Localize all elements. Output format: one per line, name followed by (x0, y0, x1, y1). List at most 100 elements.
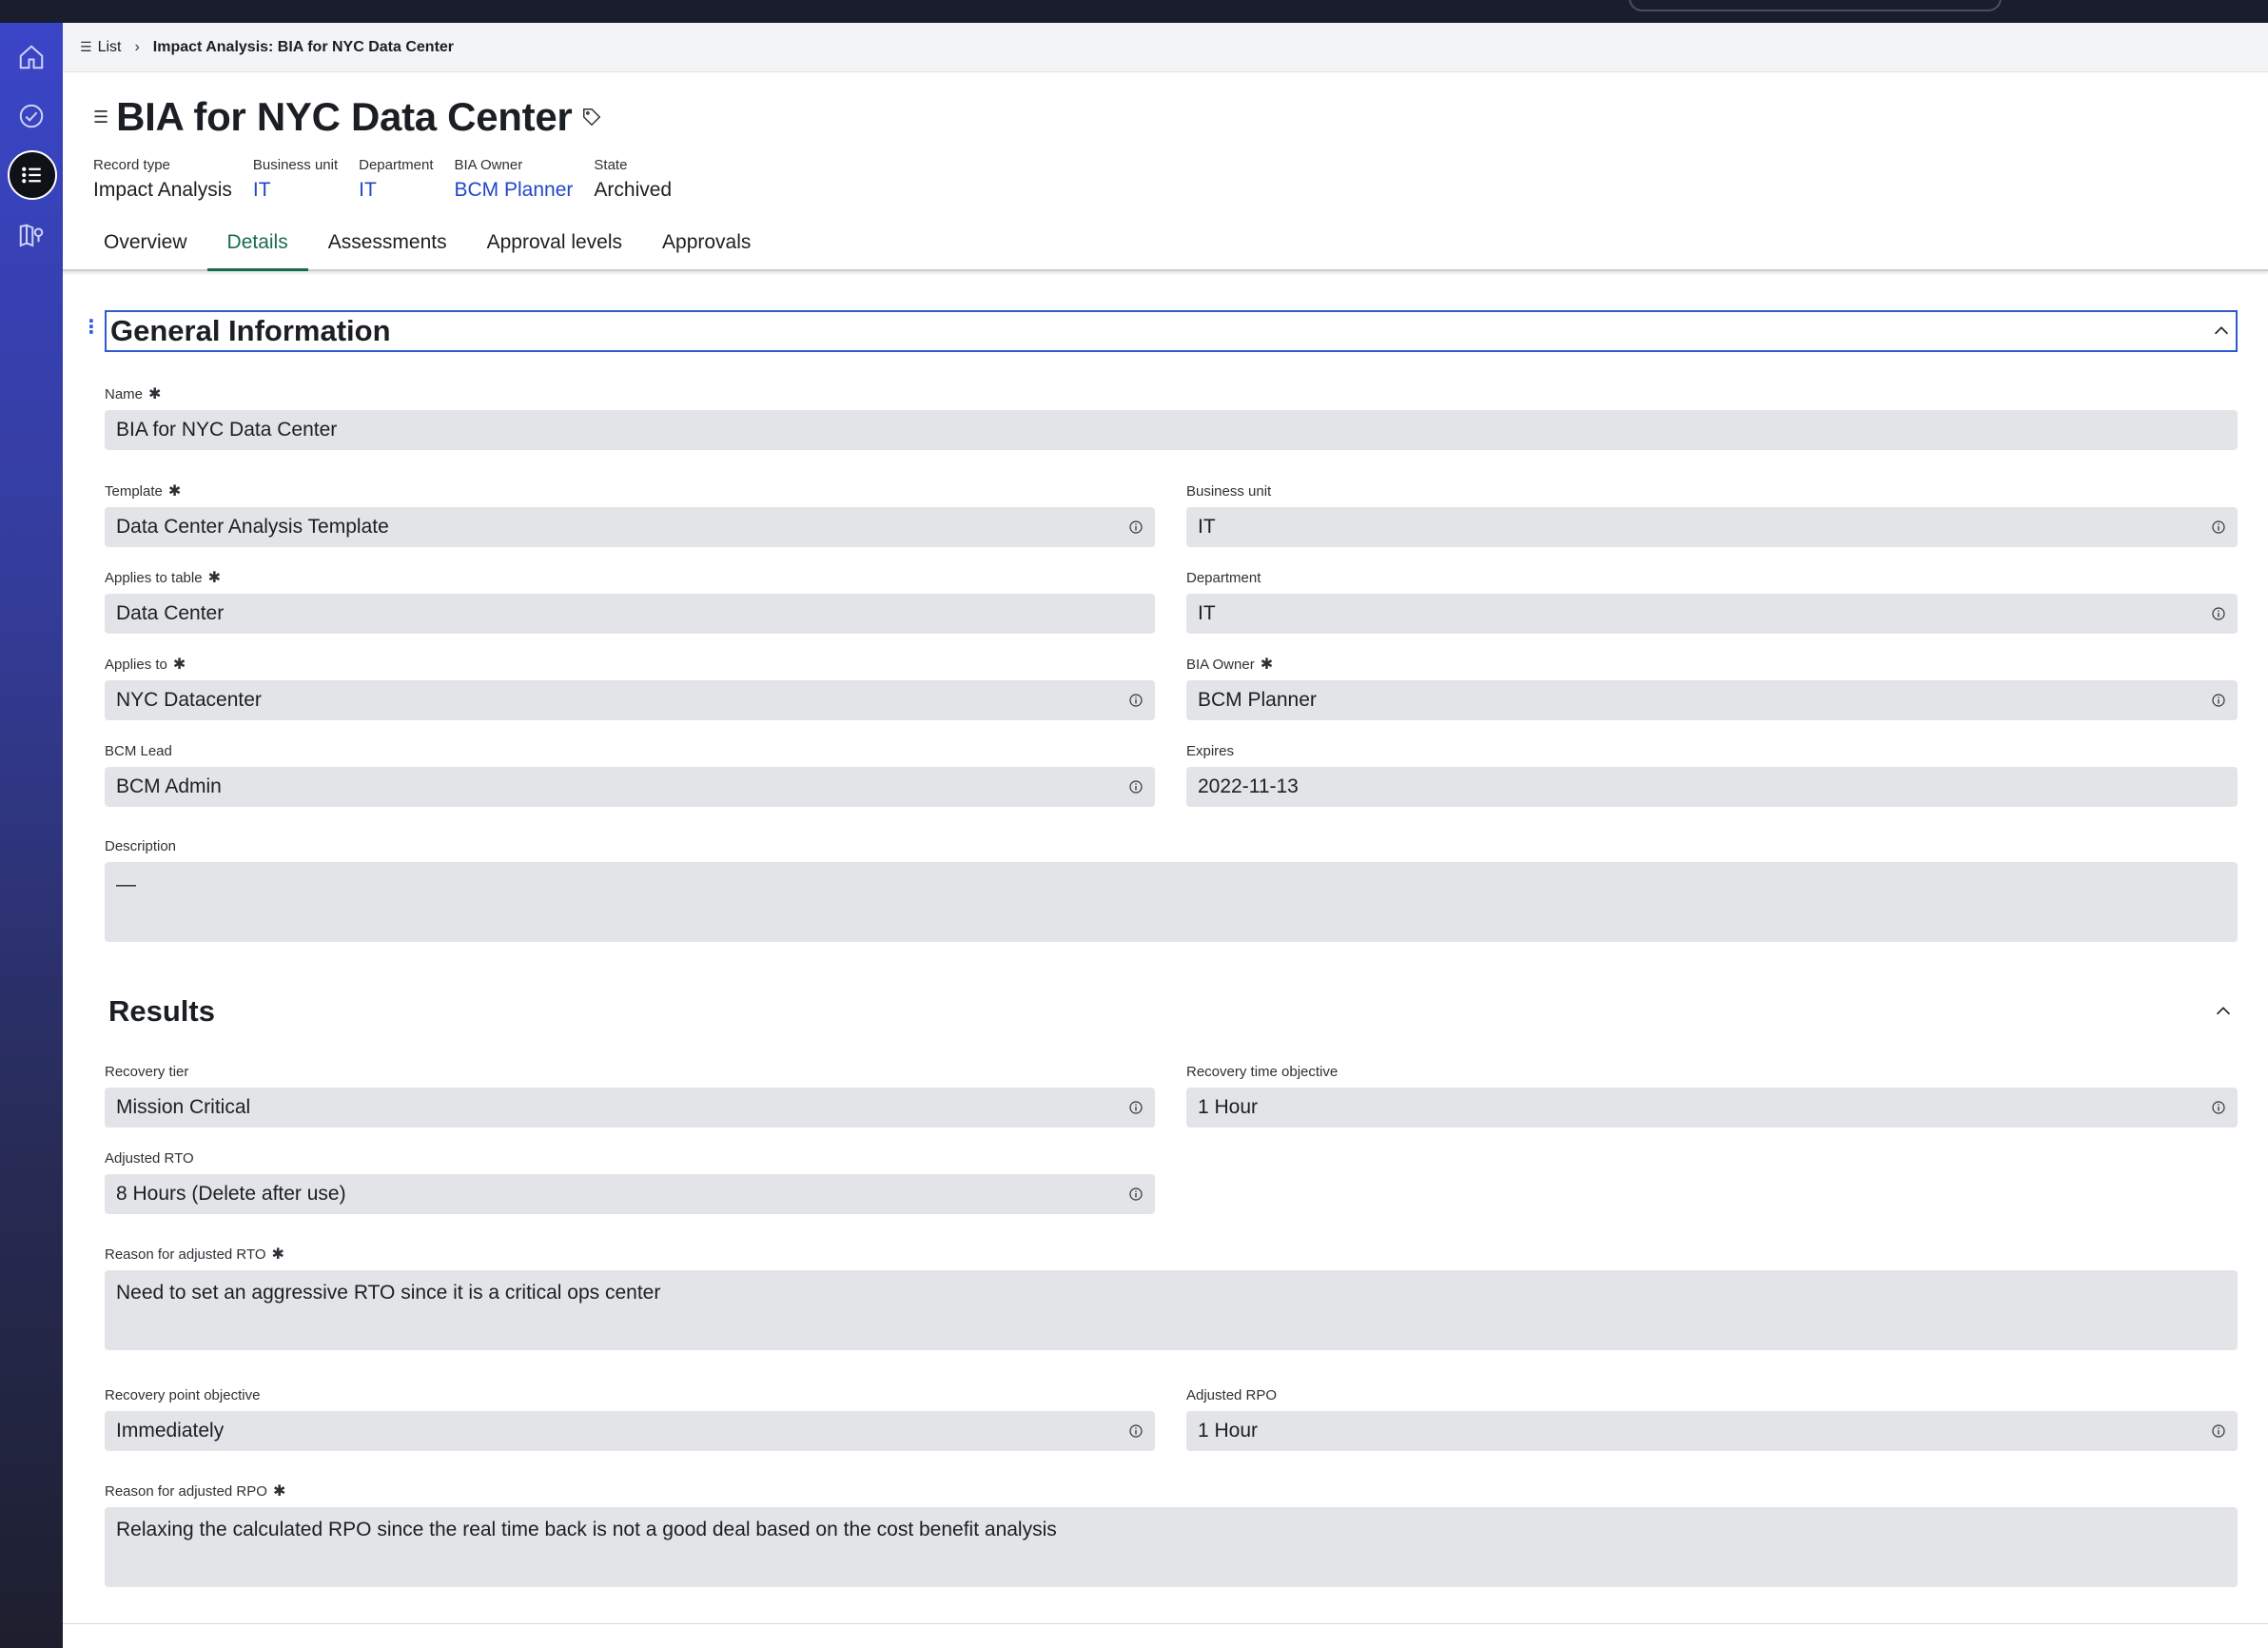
field-label: Department (1186, 569, 1261, 586)
details-panel: ⋮ General Information Name ✱ BIA for NYC … (63, 273, 2268, 1624)
meta-link[interactable]: BCM Planner (455, 179, 574, 202)
map-pin-icon[interactable] (12, 217, 50, 255)
info-icon[interactable] (2211, 693, 2226, 708)
tab-assessments[interactable]: Assessments (308, 220, 467, 271)
meta-business-unit: Business unit IT (253, 157, 338, 202)
left-nav-rail (0, 23, 63, 1648)
breadcrumb-list-link[interactable]: List (98, 39, 122, 56)
applies-to-input[interactable]: NYC Datacenter (105, 680, 1155, 720)
applies-to-field: Applies to ✱ NYC Datacenter (105, 656, 1155, 720)
breadcrumb: ☰ List › Impact Analysis: BIA for NYC Da… (63, 23, 2268, 72)
field-label: Name (105, 385, 144, 402)
info-icon[interactable] (2211, 1100, 2226, 1115)
chevron-up-icon[interactable] (2211, 321, 2232, 342)
field-label: Applies to (105, 656, 167, 673)
tab-bar: Overview Details Assessments Approval le… (63, 220, 771, 271)
meta-label: State (594, 157, 628, 173)
recovery-time-objective-input[interactable]: 1 Hour (1186, 1088, 2238, 1128)
required-marker: ✱ (167, 483, 182, 500)
field-label: Recovery time objective (1186, 1063, 1339, 1080)
department-input[interactable]: IT (1186, 594, 2238, 634)
reason-adjusted-rto-input[interactable]: Need to set an aggressive RTO since it i… (105, 1270, 2238, 1350)
info-icon[interactable] (1128, 693, 1144, 708)
tag-icon[interactable] (581, 107, 602, 128)
field-value: Relaxing the calculated RPO since the re… (116, 1519, 1057, 1540)
field-value: Data Center (116, 602, 225, 624)
list-icon[interactable] (8, 150, 57, 200)
recovery-point-objective-input[interactable]: Immediately (105, 1411, 1155, 1451)
bia-owner-field: BIA Owner ✱ BCM Planner (1186, 656, 2238, 720)
field-value: 2022-11-13 (1198, 775, 1299, 797)
template-input[interactable]: Data Center Analysis Template (105, 507, 1155, 547)
meta-label: Department (359, 157, 434, 173)
section-results[interactable]: Results (105, 991, 2238, 1032)
field-label: Adjusted RTO (105, 1149, 194, 1167)
info-icon[interactable] (1128, 1187, 1144, 1202)
record-icon: ☰ (93, 107, 109, 127)
top-bar (0, 0, 2268, 23)
field-value: — (116, 873, 136, 895)
required-marker: ✱ (148, 386, 162, 402)
field-value: 8 Hours (Delete after use) (116, 1183, 346, 1205)
adjusted-rpo-input[interactable]: 1 Hour (1186, 1411, 2238, 1451)
field-value: BIA for NYC Data Center (116, 419, 338, 441)
field-label: Expires (1186, 742, 1235, 759)
required-marker: ✱ (271, 1246, 284, 1263)
field-value: NYC Datacenter (116, 689, 262, 711)
recovery-tier-input[interactable]: Mission Critical (105, 1088, 1155, 1128)
tab-approval-levels[interactable]: Approval levels (467, 220, 642, 271)
meta-department: Department IT (359, 157, 433, 202)
expires-input[interactable]: 2022-11-13 (1186, 767, 2238, 807)
applies-to-table-input[interactable]: Data Center (105, 594, 1155, 634)
description-input[interactable]: — (105, 862, 2238, 942)
field-label: Adjusted RPO (1186, 1386, 1278, 1403)
field-label: Business unit (1186, 482, 1272, 500)
check-circle-icon[interactable] (12, 97, 50, 135)
meta-link[interactable]: IT (359, 179, 433, 202)
meta-record-type: Record type Impact Analysis (93, 157, 232, 202)
info-icon[interactable] (2211, 606, 2226, 621)
recovery-time-objective-field: Recovery time objective 1 Hour (1186, 1063, 2238, 1128)
required-marker: ✱ (207, 570, 221, 586)
adjusted-rto-input[interactable]: 8 Hours (Delete after use) (105, 1174, 1155, 1214)
tab-overview[interactable]: Overview (84, 220, 207, 271)
info-icon[interactable] (1128, 1100, 1144, 1115)
drag-handle-icon[interactable]: ⋮ (82, 315, 101, 339)
bcm-lead-field: BCM Lead BCM Admin (105, 742, 1155, 807)
meta-state: State Archived (594, 157, 672, 202)
bcm-lead-input[interactable]: BCM Admin (105, 767, 1155, 807)
chevron-up-icon[interactable] (2213, 1001, 2234, 1022)
global-search-box[interactable] (1629, 0, 2002, 11)
required-marker: ✱ (272, 1483, 286, 1500)
field-label: BCM Lead (105, 742, 172, 759)
info-icon[interactable] (2211, 520, 2226, 535)
applies-to-table-field: Applies to table ✱ Data Center (105, 569, 1155, 634)
field-value: Mission Critical (116, 1096, 251, 1118)
field-label: Description (105, 837, 177, 854)
meta-label: Business unit (252, 157, 339, 173)
meta-label: Record type (93, 157, 170, 173)
meta-value: Impact Analysis (93, 179, 232, 201)
tab-approvals[interactable]: Approvals (642, 220, 771, 271)
tab-details[interactable]: Details (206, 220, 308, 271)
adjusted-rpo-field: Adjusted RPO 1 Hour (1186, 1386, 2238, 1451)
section-title: General Information (110, 314, 391, 347)
business-unit-input[interactable]: IT (1186, 507, 2238, 547)
meta-value: Archived (594, 179, 673, 201)
record-header: ☰ BIA for NYC Data Center Record type Im… (63, 73, 2268, 271)
reason-adjusted-rpo-field: Reason for adjusted RPO ✱ Relaxing the ca… (105, 1482, 2238, 1587)
field-value: Data Center Analysis Template (116, 516, 389, 538)
section-general-information[interactable]: General Information (105, 310, 2238, 352)
field-value: Need to set an aggressive RTO since it i… (116, 1282, 661, 1304)
info-icon[interactable] (1128, 779, 1144, 795)
meta-link[interactable]: IT (253, 179, 338, 202)
reason-adjusted-rpo-input[interactable]: Relaxing the calculated RPO since the re… (105, 1507, 2238, 1587)
bia-owner-input[interactable]: BCM Planner (1186, 680, 2238, 720)
name-input[interactable]: BIA for NYC Data Center (105, 410, 2238, 450)
meta-label: BIA Owner (454, 157, 523, 173)
info-icon[interactable] (1128, 1423, 1144, 1439)
info-icon[interactable] (2211, 1423, 2226, 1439)
reason-adjusted-rto-field: Reason for adjusted RTO ✱ Need to set an … (105, 1246, 2238, 1350)
info-icon[interactable] (1128, 520, 1144, 535)
home-icon[interactable] (12, 38, 50, 76)
